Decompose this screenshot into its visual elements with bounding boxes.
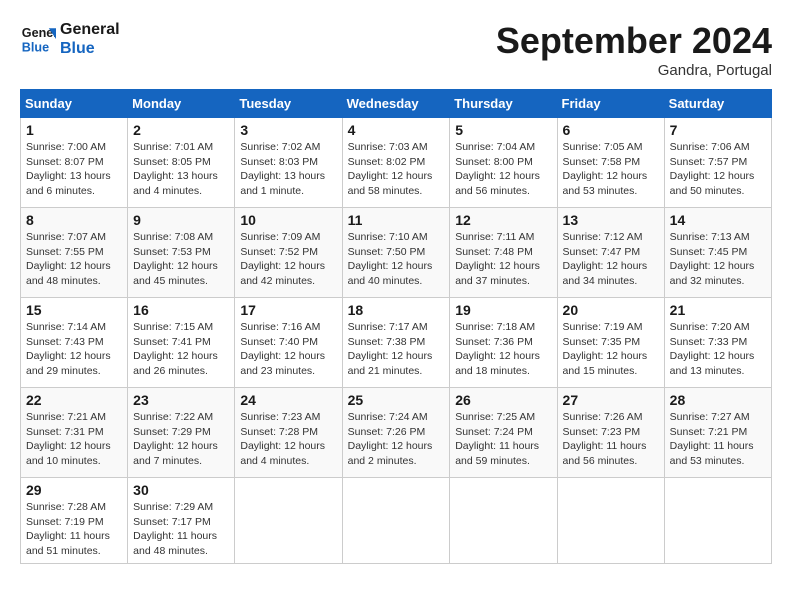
logo-text: General bbox=[60, 20, 120, 39]
month-title: September 2024 bbox=[496, 20, 772, 62]
day-10: 10 Sunrise: 7:09 AMSunset: 7:52 PMDaylig… bbox=[235, 208, 342, 298]
day-11: 11 Sunrise: 7:10 AMSunset: 7:50 PMDaylig… bbox=[342, 208, 450, 298]
calendar-week-1: 1 Sunrise: 7:00 AMSunset: 8:07 PMDayligh… bbox=[21, 118, 772, 208]
logo-icon: General Blue bbox=[20, 21, 56, 57]
logo: General Blue General Blue bbox=[20, 20, 120, 58]
day-7: 7 Sunrise: 7:06 AMSunset: 7:57 PMDayligh… bbox=[664, 118, 771, 208]
day-14: 14 Sunrise: 7:13 AMSunset: 7:45 PMDaylig… bbox=[664, 208, 771, 298]
day-27: 27 Sunrise: 7:26 AMSunset: 7:23 PMDaylig… bbox=[557, 388, 664, 478]
day-2: 2 Sunrise: 7:01 AMSunset: 8:05 PMDayligh… bbox=[128, 118, 235, 208]
page-header: General Blue General Blue September 2024… bbox=[20, 20, 772, 79]
empty-cell-2 bbox=[342, 478, 450, 564]
day-22: 22 Sunrise: 7:21 AMSunset: 7:31 PMDaylig… bbox=[21, 388, 128, 478]
day-29: 29 Sunrise: 7:28 AMSunset: 7:19 PMDaylig… bbox=[21, 478, 128, 564]
header-tuesday: Tuesday bbox=[235, 90, 342, 118]
header-monday: Monday bbox=[128, 90, 235, 118]
day-26: 26 Sunrise: 7:25 AMSunset: 7:24 PMDaylig… bbox=[450, 388, 557, 478]
day-23: 23 Sunrise: 7:22 AMSunset: 7:29 PMDaylig… bbox=[128, 388, 235, 478]
day-24: 24 Sunrise: 7:23 AMSunset: 7:28 PMDaylig… bbox=[235, 388, 342, 478]
location-subtitle: Gandra, Portugal bbox=[496, 62, 772, 79]
day-30: 30 Sunrise: 7:29 AMSunset: 7:17 PMDaylig… bbox=[128, 478, 235, 564]
header-thursday: Thursday bbox=[450, 90, 557, 118]
logo-subtext: Blue bbox=[60, 39, 120, 58]
day-12: 12 Sunrise: 7:11 AMSunset: 7:48 PMDaylig… bbox=[450, 208, 557, 298]
header-saturday: Saturday bbox=[664, 90, 771, 118]
empty-cell-4 bbox=[557, 478, 664, 564]
day-9: 9 Sunrise: 7:08 AMSunset: 7:53 PMDayligh… bbox=[128, 208, 235, 298]
empty-cell-1 bbox=[235, 478, 342, 564]
day-5: 5 Sunrise: 7:04 AMSunset: 8:00 PMDayligh… bbox=[450, 118, 557, 208]
calendar-table: Sunday Monday Tuesday Wednesday Thursday… bbox=[20, 89, 772, 564]
day-15: 15 Sunrise: 7:14 AMSunset: 7:43 PMDaylig… bbox=[21, 298, 128, 388]
day-28: 28 Sunrise: 7:27 AMSunset: 7:21 PMDaylig… bbox=[664, 388, 771, 478]
day-25: 25 Sunrise: 7:24 AMSunset: 7:26 PMDaylig… bbox=[342, 388, 450, 478]
empty-cell-5 bbox=[664, 478, 771, 564]
day-3: 3 Sunrise: 7:02 AMSunset: 8:03 PMDayligh… bbox=[235, 118, 342, 208]
day-17: 17 Sunrise: 7:16 AMSunset: 7:40 PMDaylig… bbox=[235, 298, 342, 388]
empty-cell-3 bbox=[450, 478, 557, 564]
header-friday: Friday bbox=[557, 90, 664, 118]
calendar-week-2: 8 Sunrise: 7:07 AMSunset: 7:55 PMDayligh… bbox=[21, 208, 772, 298]
calendar-week-3: 15 Sunrise: 7:14 AMSunset: 7:43 PMDaylig… bbox=[21, 298, 772, 388]
svg-text:Blue: Blue bbox=[22, 41, 49, 55]
day-8: 8 Sunrise: 7:07 AMSunset: 7:55 PMDayligh… bbox=[21, 208, 128, 298]
header-sunday: Sunday bbox=[21, 90, 128, 118]
day-1: 1 Sunrise: 7:00 AMSunset: 8:07 PMDayligh… bbox=[21, 118, 128, 208]
title-block: September 2024 Gandra, Portugal bbox=[496, 20, 772, 79]
day-6: 6 Sunrise: 7:05 AMSunset: 7:58 PMDayligh… bbox=[557, 118, 664, 208]
day-19: 19 Sunrise: 7:18 AMSunset: 7:36 PMDaylig… bbox=[450, 298, 557, 388]
weekday-header-row: Sunday Monday Tuesday Wednesday Thursday… bbox=[21, 90, 772, 118]
day-21: 21 Sunrise: 7:20 AMSunset: 7:33 PMDaylig… bbox=[664, 298, 771, 388]
header-wednesday: Wednesday bbox=[342, 90, 450, 118]
calendar-week-5: 29 Sunrise: 7:28 AMSunset: 7:19 PMDaylig… bbox=[21, 478, 772, 564]
day-20: 20 Sunrise: 7:19 AMSunset: 7:35 PMDaylig… bbox=[557, 298, 664, 388]
day-18: 18 Sunrise: 7:17 AMSunset: 7:38 PMDaylig… bbox=[342, 298, 450, 388]
day-4: 4 Sunrise: 7:03 AMSunset: 8:02 PMDayligh… bbox=[342, 118, 450, 208]
calendar-week-4: 22 Sunrise: 7:21 AMSunset: 7:31 PMDaylig… bbox=[21, 388, 772, 478]
day-13: 13 Sunrise: 7:12 AMSunset: 7:47 PMDaylig… bbox=[557, 208, 664, 298]
day-16: 16 Sunrise: 7:15 AMSunset: 7:41 PMDaylig… bbox=[128, 298, 235, 388]
